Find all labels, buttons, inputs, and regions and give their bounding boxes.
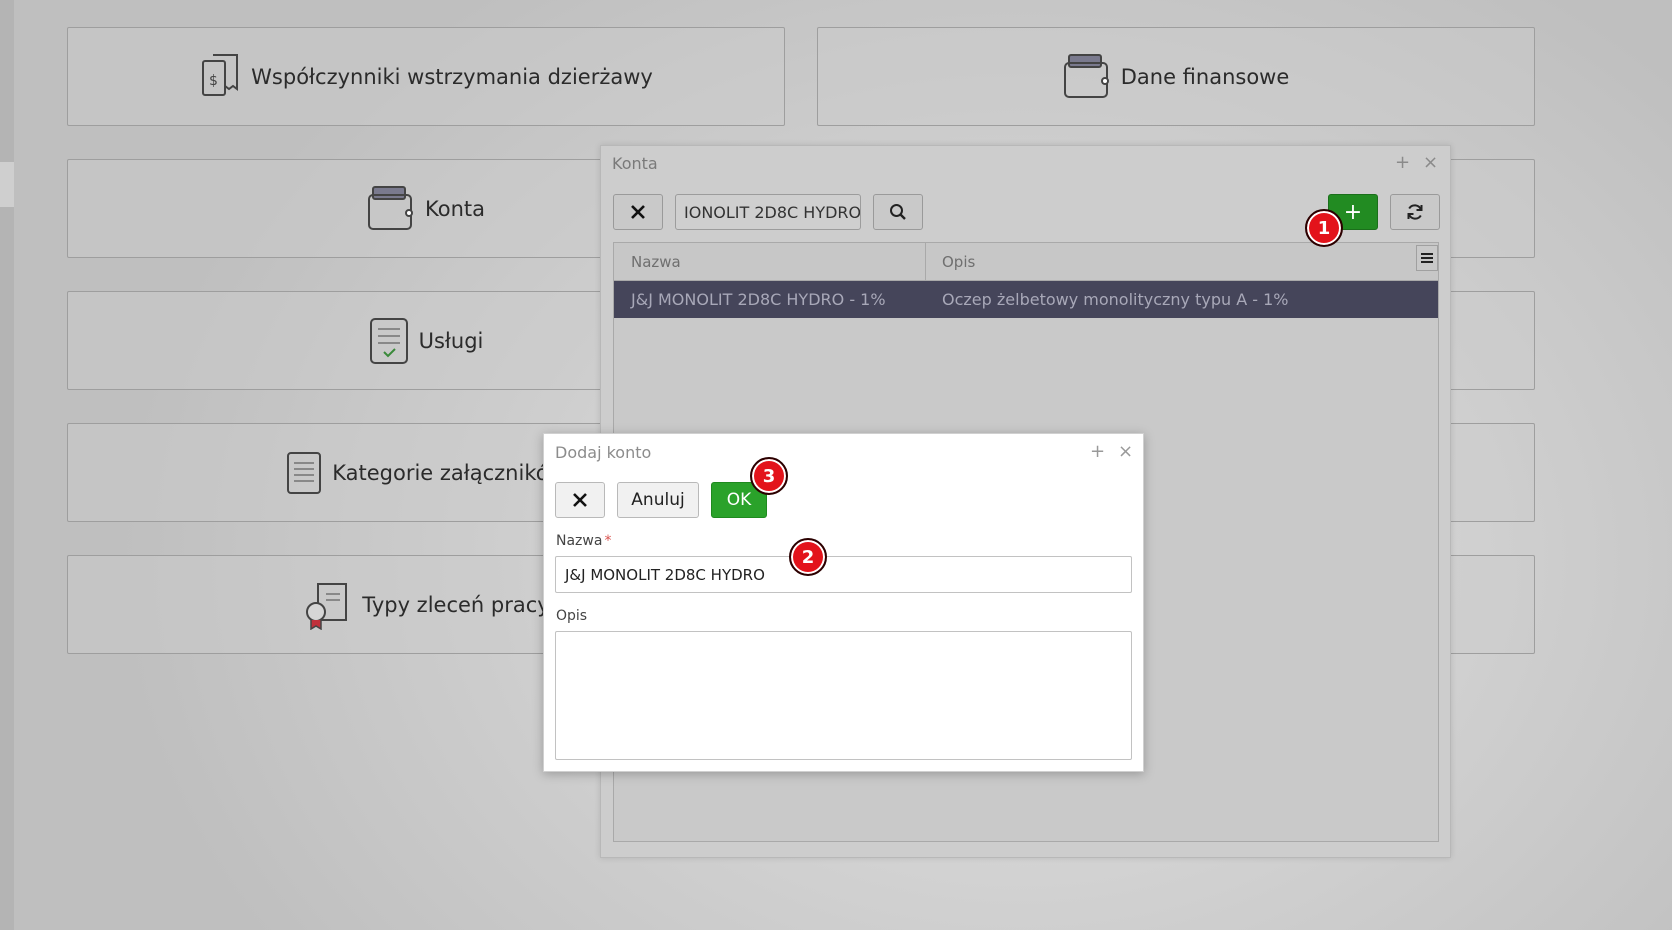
tile-label: Współczynniki wstrzymania dzierżawy	[251, 64, 653, 89]
cancel-button[interactable]: Anuluj	[617, 482, 699, 518]
maximize-icon[interactable]: +	[1090, 441, 1105, 462]
refresh-icon	[1407, 204, 1423, 220]
cell-name: J&J MONOLIT 2D8C HYDRO - 1%	[631, 290, 886, 309]
window-title: Konta	[612, 154, 658, 173]
search-button[interactable]	[873, 194, 923, 230]
required-asterisk: *	[604, 533, 612, 549]
description-textarea[interactable]	[555, 631, 1132, 760]
clear-search-button[interactable]	[613, 194, 663, 230]
description-label: Opis	[556, 608, 588, 624]
column-menu-button[interactable]	[1416, 245, 1438, 271]
checklist-document-icon	[369, 317, 409, 365]
left-panel-tab[interactable]	[0, 162, 14, 207]
column-separator	[925, 243, 926, 281]
svg-text:$: $	[209, 73, 218, 89]
certificate-icon	[302, 580, 352, 630]
cell-description: Oczep żelbetowy monolityczny typu A - 1%	[942, 290, 1289, 309]
close-icon[interactable]: ×	[1118, 441, 1133, 462]
tile-label: Kategorie załączników	[332, 460, 566, 485]
step-badge-1: 1	[1305, 209, 1343, 247]
refresh-button[interactable]	[1390, 194, 1440, 230]
column-header-name[interactable]: Nazwa	[631, 253, 681, 271]
tile-label: Dane finansowe	[1120, 64, 1290, 89]
name-field[interactable]: J&J MONOLIT 2D8C HYDRO	[555, 556, 1132, 593]
step-badge-2: 2	[789, 538, 827, 576]
name-label: Nazwa *	[556, 533, 611, 549]
wallet-icon	[367, 185, 415, 233]
tile-financial-data[interactable]: Dane finansowe	[817, 27, 1535, 126]
hamburger-icon	[1421, 253, 1433, 263]
close-icon[interactable]: ×	[1423, 152, 1438, 173]
x-icon	[573, 493, 587, 507]
search-input[interactable]: IONOLIT 2D8C HYDRO	[675, 194, 861, 230]
document-icon	[286, 451, 322, 495]
tile-label: Typy zleceń pracy	[362, 592, 550, 617]
maximize-icon[interactable]: +	[1395, 152, 1410, 173]
wallet-icon	[1063, 53, 1111, 101]
step-badge-3: 3	[750, 457, 788, 495]
add-account-dialog: Dodaj konto + × Anuluj OK Nazwa * J&J MON…	[543, 433, 1144, 772]
search-icon	[890, 204, 906, 220]
dialog-title: Dodaj konto	[555, 443, 652, 462]
name-label-text: Nazwa	[556, 533, 603, 549]
close-dialog-button[interactable]	[555, 482, 605, 518]
receipt-icon: $	[199, 53, 241, 101]
grid-header: Nazwa Opis	[614, 243, 1438, 281]
x-icon	[631, 205, 645, 219]
column-header-description[interactable]: Opis	[942, 253, 975, 271]
table-row[interactable]: J&J MONOLIT 2D8C HYDRO - 1% Oczep żelbet…	[614, 281, 1438, 318]
tile-label: Konta	[425, 196, 485, 221]
tile-withholding-factors[interactable]: $ Współczynniki wstrzymania dzierżawy	[67, 27, 785, 126]
left-panel-edge	[0, 0, 14, 930]
tile-label: Usługi	[418, 328, 484, 353]
